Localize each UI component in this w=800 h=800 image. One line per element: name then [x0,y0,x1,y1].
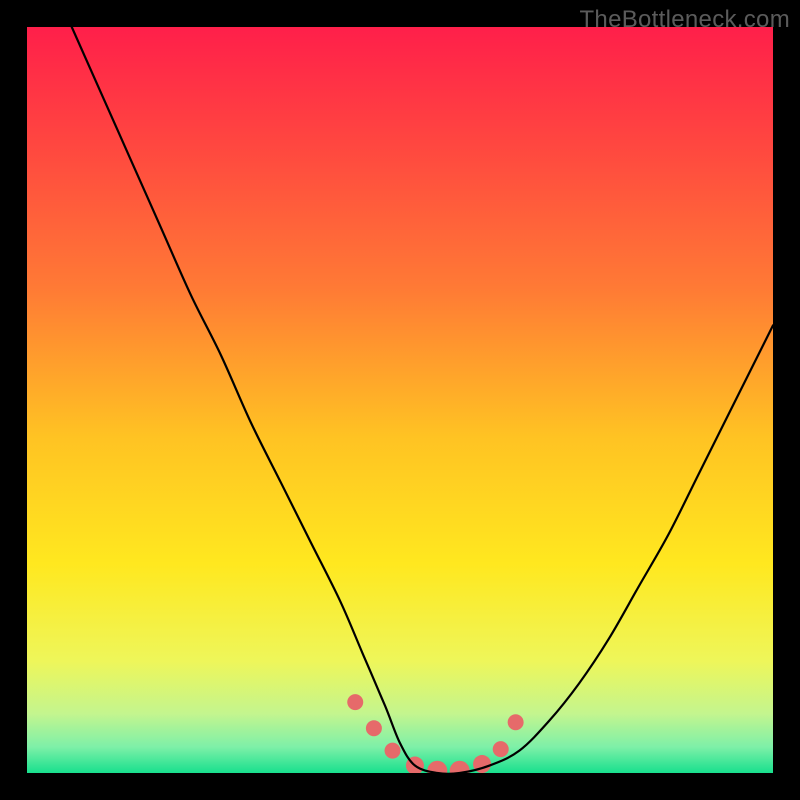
marker-dot [347,694,363,710]
watermark-text: TheBottleneck.com [579,6,790,34]
bottleneck-curve [72,27,773,773]
chart-svg [27,27,773,773]
marker-dot [508,714,524,730]
marker-dot [385,743,401,759]
plot-area [27,27,773,773]
marker-dot [493,741,509,757]
marker-dot [366,720,382,736]
outer-frame: TheBottleneck.com [0,0,800,800]
highlight-markers [347,694,523,773]
